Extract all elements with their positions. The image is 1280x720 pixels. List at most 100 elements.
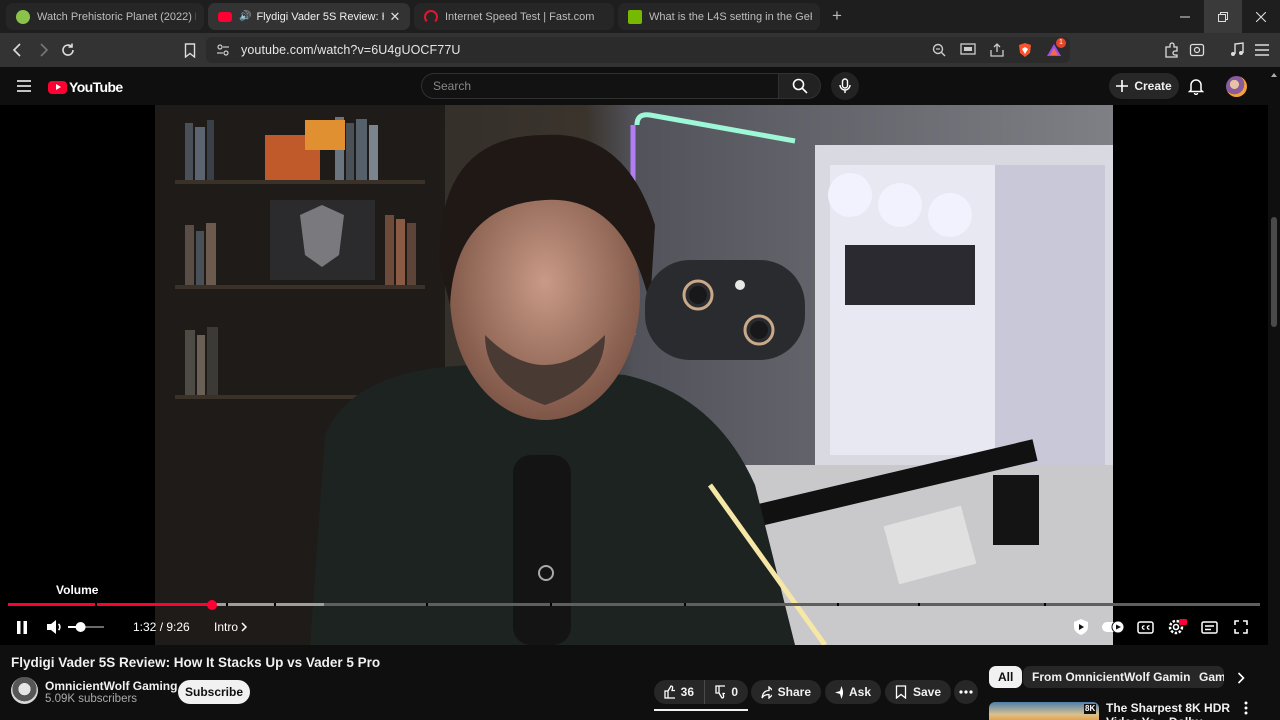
tab-label: Watch Prehistoric Planet (2022) HD o — [37, 10, 196, 23]
theater-mode-button[interactable] — [1198, 616, 1220, 638]
subtitles-box-icon — [1200, 620, 1218, 634]
speaker-icon[interactable]: 🔊 — [239, 11, 251, 22]
progress-scrubber-handle[interactable] — [206, 599, 218, 611]
wallet-button[interactable] — [1185, 38, 1209, 62]
brave-shields-icon[interactable] — [1017, 42, 1033, 58]
video-title: Flydigi Vader 5S Review: How It Stacks U… — [11, 655, 381, 670]
save-button[interactable]: Save — [885, 680, 951, 704]
share-page-icon[interactable] — [989, 43, 1005, 57]
gear-icon — [1168, 619, 1187, 635]
close-tab-icon[interactable]: ✕ — [388, 9, 402, 25]
back-arrow-icon — [12, 43, 21, 57]
video-player[interactable]: Volume 1:32 / 9:26 Intro — [0, 105, 1268, 645]
tab-youtube-active[interactable]: 🔊 Flydigi Vader 5S Review: How ✕ — [208, 3, 410, 30]
mute-button[interactable] — [44, 616, 66, 638]
minimize-button[interactable] — [1166, 0, 1204, 33]
chips-next-button[interactable] — [1230, 667, 1252, 689]
browser-menu-button[interactable] — [1250, 38, 1274, 62]
tab-fast-com[interactable]: Internet Speed Test | Fast.com — [414, 3, 614, 30]
close-window-button[interactable] — [1242, 0, 1280, 33]
forward-button[interactable] — [31, 38, 55, 62]
restore-button[interactable] — [1204, 0, 1242, 33]
tab-label: What is the L4S setting in the GeFor — [649, 10, 812, 23]
duration: 9:26 — [166, 620, 190, 634]
media-button[interactable] — [1225, 38, 1249, 62]
voice-search-button[interactable] — [831, 72, 859, 100]
forward-arrow-icon — [40, 43, 49, 57]
search-box[interactable] — [421, 73, 779, 99]
channel-avatar[interactable] — [11, 677, 38, 704]
progress-bar[interactable] — [8, 603, 1260, 606]
reload-button[interactable] — [56, 38, 80, 62]
autoplay-toggle[interactable] — [1101, 616, 1125, 638]
subscribe-button[interactable]: Subscribe — [178, 680, 250, 704]
microphone-icon — [839, 78, 851, 93]
tab-prehistoric-planet[interactable]: Watch Prehistoric Planet (2022) HD o — [6, 3, 204, 30]
volume-icon — [47, 620, 61, 634]
shield-play-icon — [1074, 619, 1088, 635]
pause-icon — [17, 620, 27, 634]
extensions-button[interactable] — [1160, 38, 1184, 62]
tab-nvidia-l4s[interactable]: What is the L4S setting in the GeFor — [618, 3, 820, 30]
search-button[interactable] — [779, 73, 821, 99]
tab-label: Flydigi Vader 5S Review: How — [256, 10, 384, 23]
chevron-right-icon — [241, 622, 248, 632]
create-label: Create — [1134, 79, 1172, 93]
channel-name[interactable]: OmnicientWolf Gaming — [45, 679, 177, 693]
dislike-button[interactable]: 0 — [704, 680, 748, 704]
hamburger-menu-icon — [1255, 44, 1269, 56]
search-input[interactable] — [433, 79, 763, 93]
more-horizontal-icon — [959, 690, 973, 694]
share-button[interactable]: Share — [751, 680, 821, 704]
music-note-icon — [1231, 42, 1244, 56]
pause-button[interactable] — [12, 616, 32, 638]
address-bar[interactable]: youtube.com/watch?v=6U4gUOCF77U 1 — [206, 37, 1070, 63]
subscriber-count: 5.09K subscribers — [45, 693, 138, 705]
recommended-video-title[interactable]: The Sharpest 8K HDR Video Ya... Dolby Vi… — [1106, 701, 1234, 720]
cast-icon[interactable] — [960, 43, 976, 57]
more-vertical-icon[interactable] — [1244, 701, 1248, 715]
create-button[interactable]: Create — [1109, 73, 1179, 99]
page-scrollbar[interactable] — [1268, 67, 1280, 720]
chevron-right-icon — [1237, 672, 1245, 684]
ask-button[interactable]: Ask — [825, 680, 881, 704]
youtube-masthead: YouTube Create — [0, 67, 1280, 105]
sponsor-shield-button[interactable] — [1071, 616, 1091, 638]
closed-captions-icon — [1136, 620, 1154, 634]
settings-button[interactable] — [1166, 616, 1188, 638]
tab-label: Internet Speed Test | Fast.com — [445, 10, 595, 23]
scroll-up-arrow-icon[interactable] — [1268, 70, 1280, 80]
back-button[interactable] — [6, 38, 30, 62]
notifications-bell-icon[interactable] — [1188, 77, 1204, 95]
recommended-video-thumbnail[interactable]: 8K — [989, 702, 1099, 720]
search-icon — [792, 78, 808, 94]
volume-slider[interactable] — [68, 621, 104, 633]
player-controls: 1:32 / 9:26 Intro — [0, 613, 1268, 641]
zoom-icon[interactable] — [932, 43, 946, 57]
account-avatar[interactable] — [1226, 76, 1247, 97]
youtube-wordmark: YouTube — [69, 79, 123, 95]
chip-gaming[interactable]: Gam — [1190, 666, 1224, 688]
youtube-play-logo-icon — [48, 80, 67, 94]
chapter-title: Intro — [214, 620, 239, 634]
chip-all[interactable]: All — [989, 666, 1023, 688]
close-icon — [1256, 11, 1266, 22]
guide-menu-icon[interactable] — [17, 80, 31, 92]
time-display: 1:32 / 9:26 — [133, 620, 190, 634]
captions-button[interactable] — [1135, 616, 1155, 638]
video-frame[interactable] — [155, 105, 1113, 645]
site-settings-icon[interactable] — [216, 43, 230, 57]
more-actions-button[interactable] — [954, 680, 978, 704]
chapter-button[interactable]: Intro — [214, 620, 248, 634]
scrollbar-thumb[interactable] — [1271, 217, 1277, 327]
youtube-logo[interactable]: YouTube — [48, 79, 123, 95]
bookmark-button[interactable] — [178, 38, 202, 62]
fast-favicon-icon — [424, 9, 438, 24]
chip-from-channel[interactable]: From OmnicientWolf Gaming — [1023, 666, 1207, 688]
thumbs-down-icon — [715, 685, 726, 699]
volume-tooltip: Volume — [56, 583, 99, 597]
like-button[interactable]: 36 — [654, 680, 704, 704]
fullscreen-button[interactable] — [1230, 616, 1252, 638]
wallet-icon — [1189, 43, 1205, 57]
new-tab-button[interactable]: + — [826, 6, 848, 28]
